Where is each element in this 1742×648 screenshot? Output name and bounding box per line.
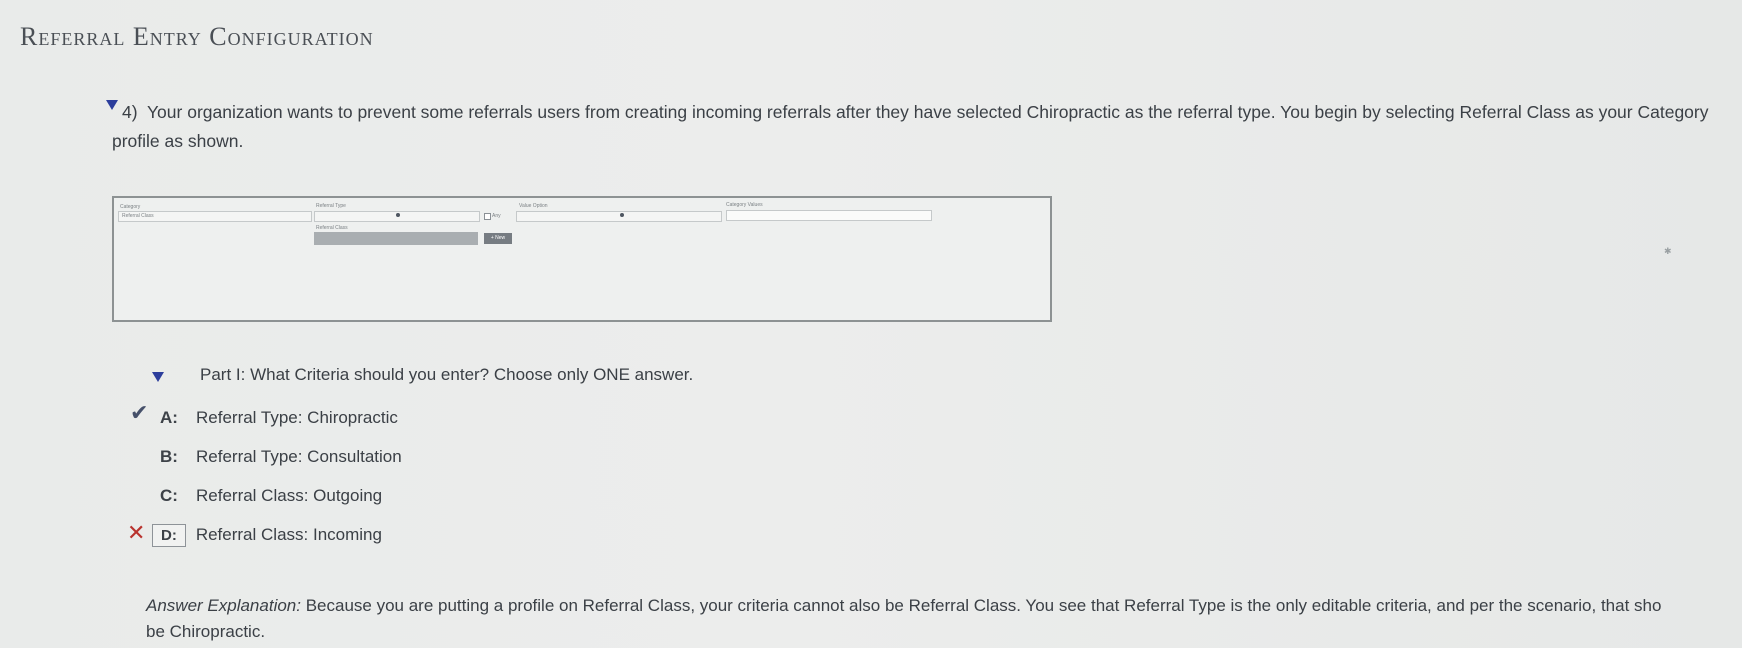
option-a[interactable]: A: Referral Type: Chiropractic <box>160 404 398 432</box>
question-number: 4) <box>122 102 138 122</box>
option-letter: B: <box>160 447 178 466</box>
option-letter: C: <box>160 486 178 505</box>
referral-class-label: Referral Class <box>316 225 348 231</box>
option-letter: A: <box>160 408 178 427</box>
option-text: Referral Class: Incoming <box>195 525 382 544</box>
option-d[interactable]: D: Referral Class: Incoming <box>152 521 382 549</box>
option-text: Referral Type: Chiropractic <box>196 408 398 427</box>
part-question-text: Part I: What Criteria should you enter? … <box>200 365 694 384</box>
question-line1: Your organization wants to prevent some … <box>146 102 1709 122</box>
part-collapse-arrow-icon[interactable] <box>152 372 164 382</box>
any-label: Any <box>492 213 501 219</box>
category-value: Referral Class <box>122 213 154 219</box>
option-c[interactable]: C: Referral Class: Outgoing <box>160 482 382 510</box>
explanation-line2: be Chiropractic. <box>146 622 266 641</box>
answer-explanation: Answer Explanation: Because you are putt… <box>146 596 1742 616</box>
category-field: Referral Class <box>118 211 312 222</box>
config-screenshot: Category Referral Class Referral Type An… <box>112 196 1052 322</box>
category-values-field <box>726 210 932 221</box>
page-title: Referral Entry Configuration <box>20 22 374 51</box>
new-button: + New <box>484 233 512 244</box>
stray-mark-icon: ✱ <box>1664 246 1672 256</box>
option-text: Referral Type: Consultation <box>196 447 402 466</box>
category-values-label: Category Values <box>726 202 763 208</box>
radio-dot-icon <box>396 213 400 217</box>
value-option-label: Value Option <box>519 203 548 209</box>
value-option-field <box>516 211 722 222</box>
question-line2: profile as shown. <box>112 131 244 151</box>
option-b[interactable]: B: Referral Type: Consultation <box>160 443 402 471</box>
explanation-label: Answer Explanation: <box>146 596 301 615</box>
any-checkbox <box>484 213 491 220</box>
referral-class-bar <box>314 232 478 245</box>
cross-icon: ✕ <box>127 520 146 545</box>
question-text: 4) Your organization wants to prevent so… <box>122 93 1742 131</box>
option-letter: D: <box>152 523 186 547</box>
quiz-page: Referral Entry Configuration 4) Your org… <box>0 0 1742 648</box>
collapse-arrow-icon[interactable] <box>106 100 118 110</box>
check-icon: ✔ <box>130 400 149 425</box>
category-label: Category <box>120 204 141 210</box>
radio-dot-icon <box>620 213 624 217</box>
option-text: Referral Class: Outgoing <box>196 486 383 505</box>
referral-type-label: Referral Type <box>316 203 346 209</box>
explanation-line1: Because you are putting a profile on Ref… <box>305 596 1662 615</box>
